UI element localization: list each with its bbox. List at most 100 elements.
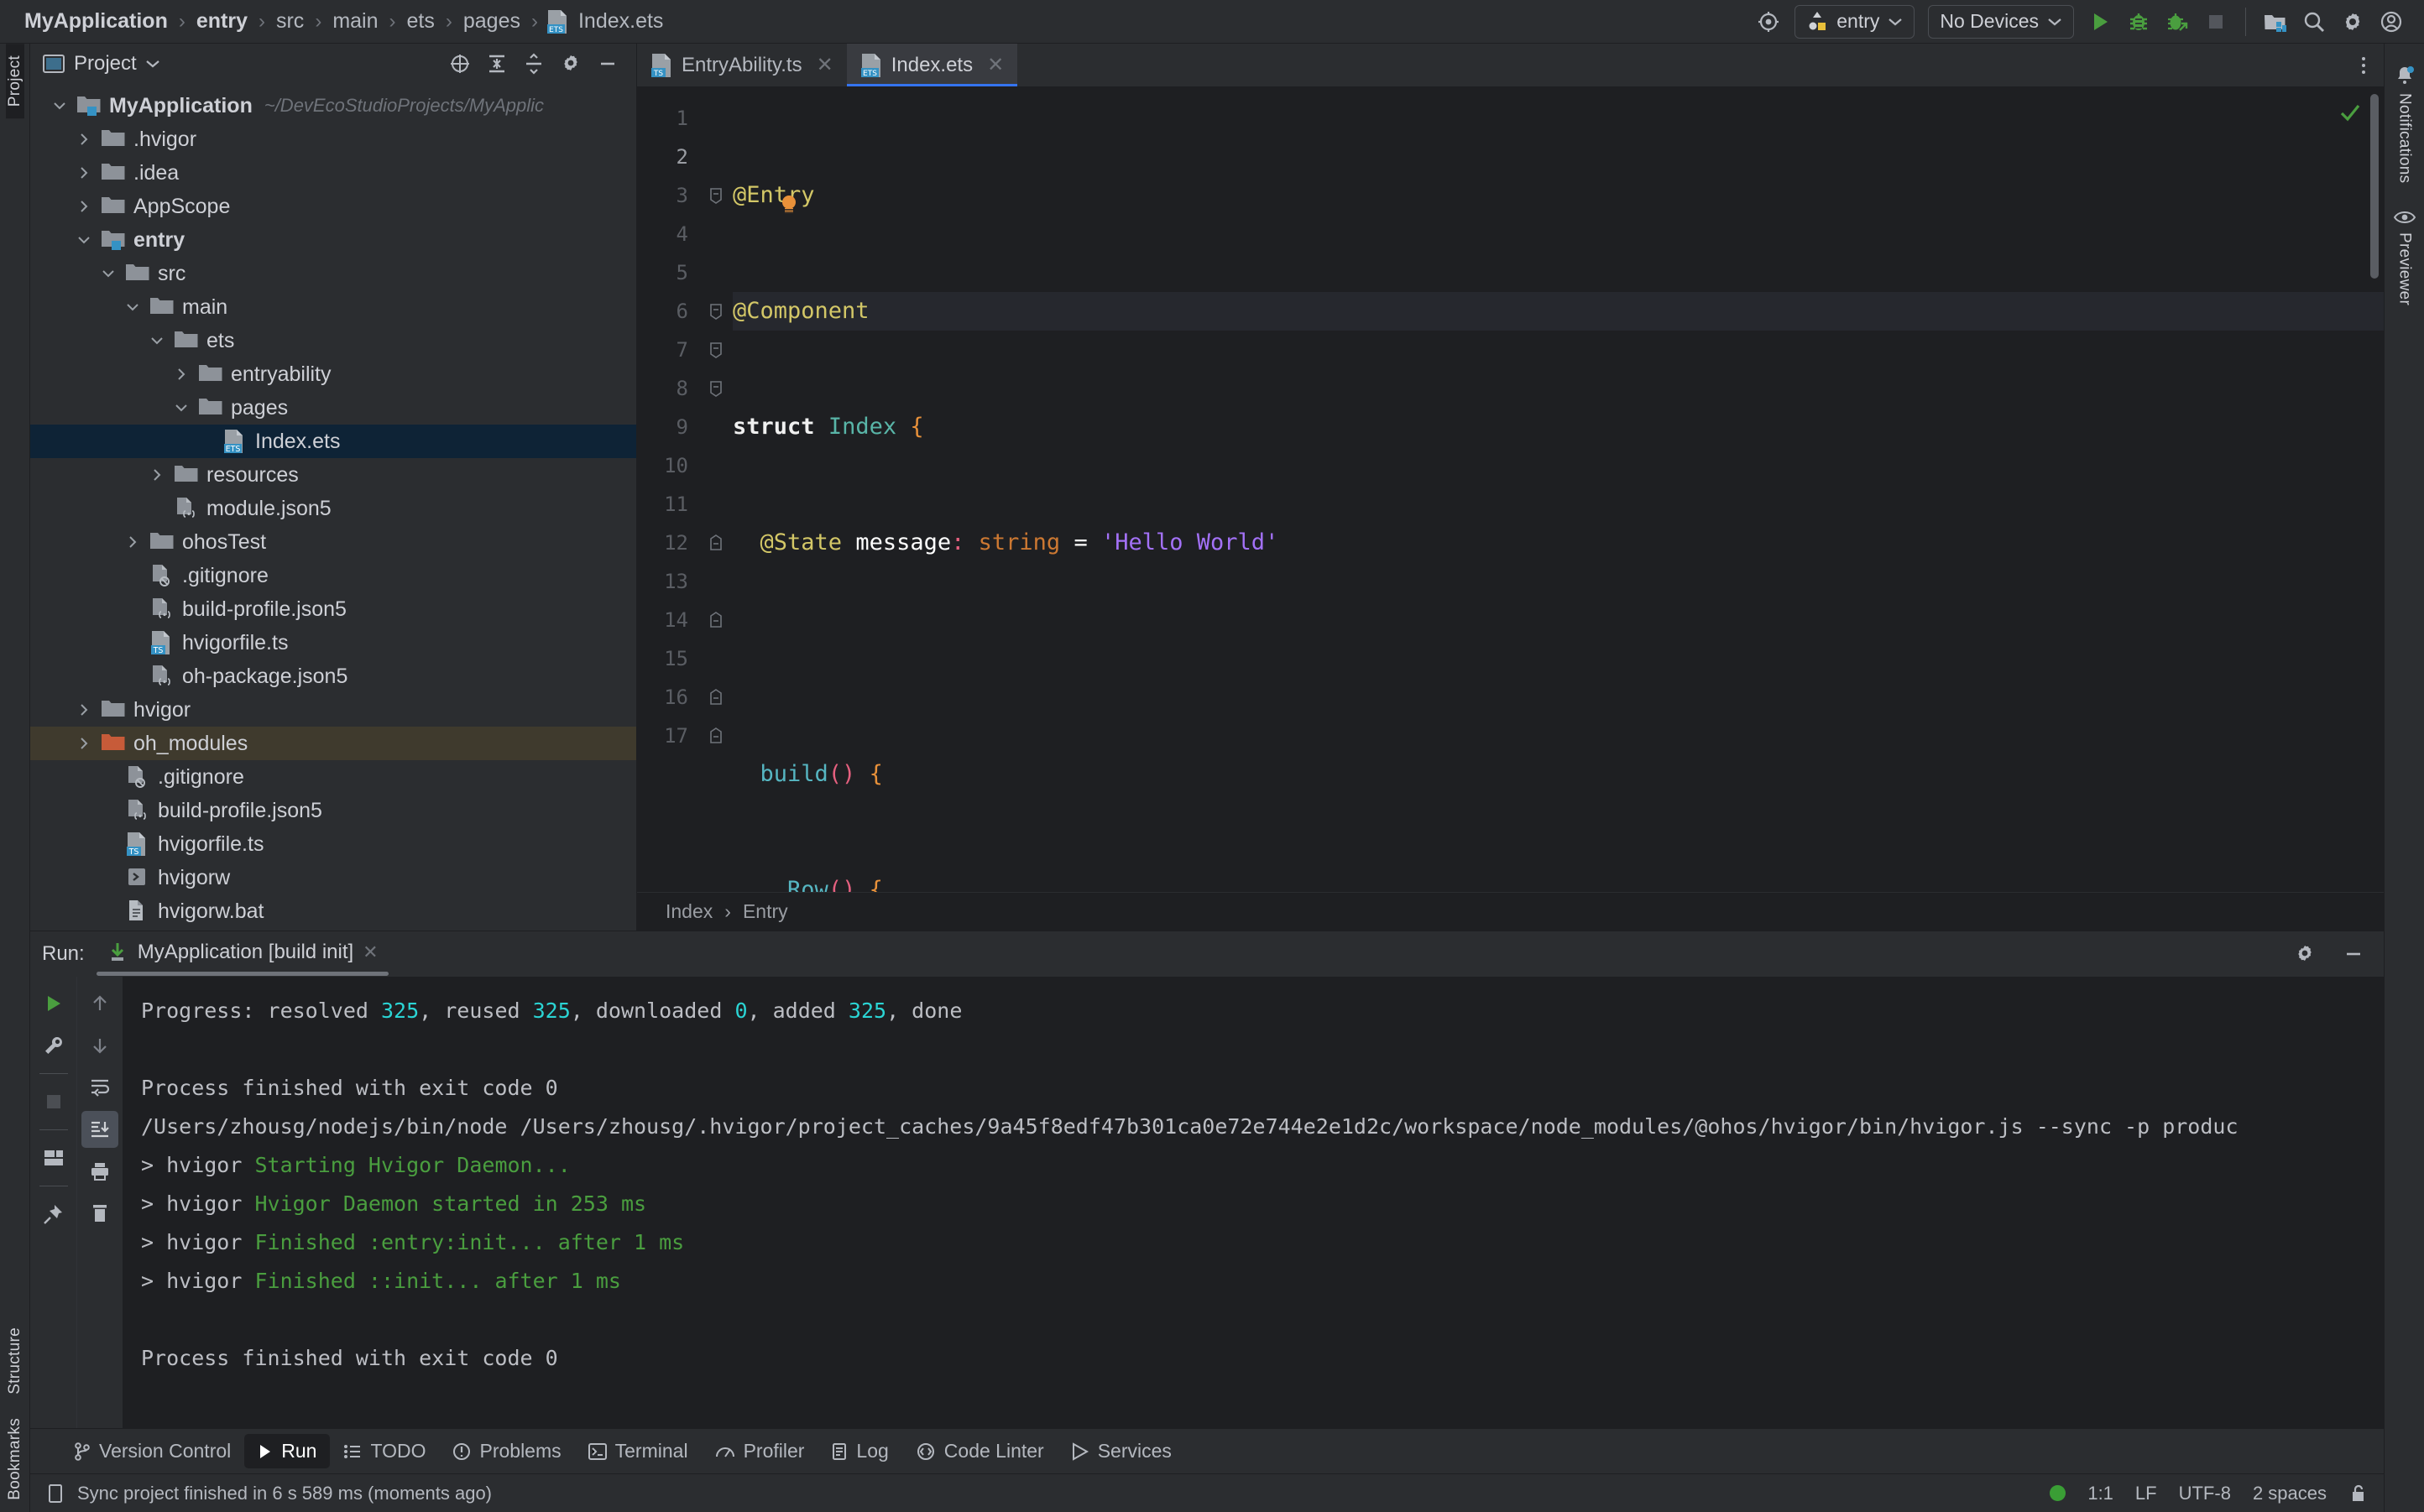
rail-tab-notifications[interactable]: Notifications (2395, 52, 2415, 196)
target-device-icon[interactable] (1749, 3, 1788, 41)
chevron-right-icon[interactable] (73, 702, 95, 717)
user-account-button[interactable] (2372, 3, 2411, 41)
tree-row-ets[interactable]: ets (30, 324, 636, 357)
tree-row-module-json5[interactable]: module.json5 (30, 492, 636, 525)
chevron-right-icon[interactable] (73, 165, 95, 180)
breadcrumb-item-5[interactable]: pages (461, 9, 523, 34)
soft-wrap-icon[interactable] (81, 1069, 118, 1106)
up-arrow-icon[interactable] (81, 985, 118, 1022)
layout-icon[interactable] (35, 1139, 72, 1176)
settings-gear-icon[interactable] (2286, 936, 2323, 972)
device-selector[interactable]: No Devices (1928, 4, 2074, 39)
tool-window-todo[interactable]: TODO (330, 1434, 439, 1468)
wrench-icon[interactable] (35, 1027, 72, 1064)
settings-gear-button[interactable] (2333, 3, 2372, 41)
tool-window-terminal[interactable]: Terminal (575, 1434, 702, 1468)
tree-row-entryability[interactable]: entryability (30, 357, 636, 391)
caret-position[interactable]: 1:1 (2087, 1483, 2113, 1504)
settings-gear-icon[interactable] (554, 47, 588, 81)
tree-row-src[interactable]: src (30, 257, 636, 290)
tree-row-hvigorw-bat[interactable]: hvigorw.bat (30, 894, 636, 928)
project-structure-button[interactable] (2256, 3, 2295, 41)
fold-marker-close-build[interactable] (699, 678, 733, 717)
chevron-down-icon[interactable] (146, 333, 168, 348)
rail-tab-project[interactable]: Project (5, 44, 24, 119)
tool-window-problems[interactable]: Problems (439, 1434, 574, 1468)
fold-marker-close-column[interactable] (699, 524, 733, 562)
chevron-down-icon[interactable] (97, 266, 119, 281)
tool-window-run[interactable]: Run (244, 1434, 331, 1468)
editor-scrollbar[interactable] (2370, 94, 2379, 279)
tree-row--hvigor[interactable]: .hvigor (30, 123, 636, 156)
tree-row--gitignore[interactable]: .gitignore (30, 760, 636, 794)
chevron-right-icon[interactable] (73, 736, 95, 751)
fold-marker-close-row[interactable] (699, 601, 733, 639)
rail-tab-previewer[interactable]: Previewer (2393, 196, 2416, 319)
trash-icon[interactable] (81, 1195, 118, 1232)
tool-window-services[interactable]: Services (1058, 1434, 1185, 1468)
chevron-down-icon[interactable] (49, 98, 71, 113)
tree-row-build-profile-json5[interactable]: build-profile.json5 (30, 592, 636, 626)
run-session-tab[interactable]: MyApplication [build init] ✕ (96, 941, 389, 976)
minimize-icon[interactable] (2335, 936, 2372, 972)
close-icon[interactable]: ✕ (987, 53, 1004, 77)
run-console-output[interactable]: Progress: resolved 325, reused 325, down… (123, 977, 2384, 1428)
tree-row-build-profile-json5[interactable]: build-profile.json5 (30, 794, 636, 827)
code-folding-gutter[interactable] (699, 87, 733, 892)
tool-window-profiler[interactable]: Profiler (702, 1434, 818, 1468)
chevron-down-icon[interactable] (73, 232, 95, 248)
close-icon[interactable]: ✕ (817, 53, 833, 77)
editor-options-icon[interactable] (2343, 44, 2384, 86)
locate-icon[interactable] (443, 47, 477, 81)
fold-marker-row[interactable] (699, 331, 733, 369)
breadcrumb-item-2[interactable]: src (274, 9, 306, 34)
chevron-right-icon[interactable] (170, 367, 192, 382)
line-separator[interactable]: LF (2135, 1483, 2157, 1504)
fold-marker-build[interactable] (699, 292, 733, 331)
run-configuration-selector[interactable]: entry (1794, 4, 1915, 39)
scroll-to-end-icon[interactable] (81, 1111, 118, 1148)
tree-row-hvigor[interactable]: hvigor (30, 693, 636, 727)
event-log-icon[interactable] (47, 1483, 65, 1504)
close-icon[interactable]: ✕ (363, 941, 378, 963)
chevron-down-icon[interactable] (122, 300, 144, 315)
breadcrumb-item-4[interactable]: ets (405, 9, 437, 34)
breadcrumb-item-3[interactable]: main (330, 9, 380, 34)
breadcrumb-file[interactable]: ETS Index.ets (546, 9, 666, 34)
tree-row-oh-modules[interactable]: oh_modules (30, 727, 636, 760)
chevron-right-icon[interactable] (73, 132, 95, 147)
tree-row-pages[interactable]: pages (30, 391, 636, 425)
tree-row-hvigorfile-ts[interactable]: TS hvigorfile.ts (30, 827, 636, 861)
tree-row-hvigorw[interactable]: hvigorw (30, 861, 636, 894)
editor-tab-index[interactable]: ETS Index.ets ✕ (846, 44, 1018, 86)
editor-breadcrumb-item-1[interactable]: Entry (743, 900, 788, 923)
run-button[interactable] (2081, 3, 2119, 41)
editor-tab-entryability[interactable]: TS EntryAbility.ts ✕ (637, 44, 847, 86)
breadcrumb-item-0[interactable]: MyApplication (22, 9, 170, 34)
chevron-right-icon[interactable] (73, 199, 95, 214)
tool-window-version-control[interactable]: Version Control (60, 1434, 244, 1468)
fold-marker-close-struct[interactable] (699, 717, 733, 755)
stop-icon[interactable] (35, 1083, 72, 1120)
tree-row--idea[interactable]: .idea (30, 156, 636, 190)
tree-row-main[interactable]: main (30, 290, 636, 324)
tree-row-ohostest[interactable]: ohosTest (30, 525, 636, 559)
tree-row-index-ets[interactable]: ETS Index.ets (30, 425, 636, 458)
tree-row-appscope[interactable]: AppScope (30, 190, 636, 223)
rail-tab-bookmarks[interactable]: Bookmarks (6, 1406, 24, 1512)
file-encoding[interactable]: UTF-8 (2179, 1483, 2231, 1504)
code-content[interactable]: @Entry @Component struct Index { @State … (733, 87, 2384, 892)
pin-icon[interactable] (35, 1196, 72, 1233)
tree-row-entry[interactable]: entry (30, 223, 636, 257)
attach-debugger-button[interactable] (2158, 3, 2197, 41)
chevron-down-icon[interactable] (170, 400, 192, 415)
stop-button[interactable] (2197, 3, 2235, 41)
editor-breadcrumb-item-0[interactable]: Index (666, 900, 713, 923)
debug-button[interactable] (2119, 3, 2158, 41)
tree-row--gitignore[interactable]: .gitignore (30, 559, 636, 592)
indent-setting[interactable]: 2 spaces (2253, 1483, 2327, 1504)
rerun-icon[interactable] (35, 985, 72, 1022)
tree-row-oh-package-json5[interactable]: oh-package.json5 (30, 660, 636, 693)
tree-row-hvigorfile-ts[interactable]: TS hvigorfile.ts (30, 626, 636, 660)
down-arrow-icon[interactable] (81, 1027, 118, 1064)
